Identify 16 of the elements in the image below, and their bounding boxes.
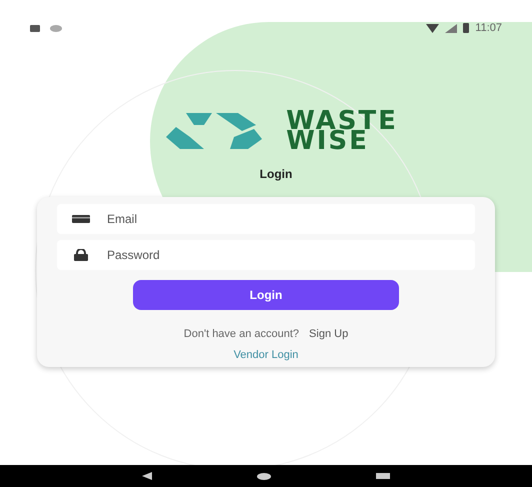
logo-text: WASTE — [286, 111, 398, 131]
password-field[interactable]: Password — [57, 240, 475, 270]
login-button[interactable]: Login — [133, 280, 399, 310]
page-title: Login — [258, 166, 294, 183]
lock-icon — [74, 249, 88, 261]
battery-icon — [463, 23, 470, 33]
card-icon — [72, 215, 90, 223]
clock: 11:07 — [475, 20, 502, 36]
email-field[interactable]: Email — [57, 204, 475, 234]
recents-icon[interactable] — [376, 473, 390, 479]
vendor-login-link[interactable]: Vendor Login — [234, 346, 298, 363]
signup-prompt: Don't have an account? — [184, 327, 300, 342]
back-icon[interactable] — [142, 472, 152, 480]
wifi-icon — [426, 24, 440, 32]
logo-text: WISE — [286, 131, 369, 151]
sign-up-link[interactable]: Sign Up — [309, 326, 348, 342]
